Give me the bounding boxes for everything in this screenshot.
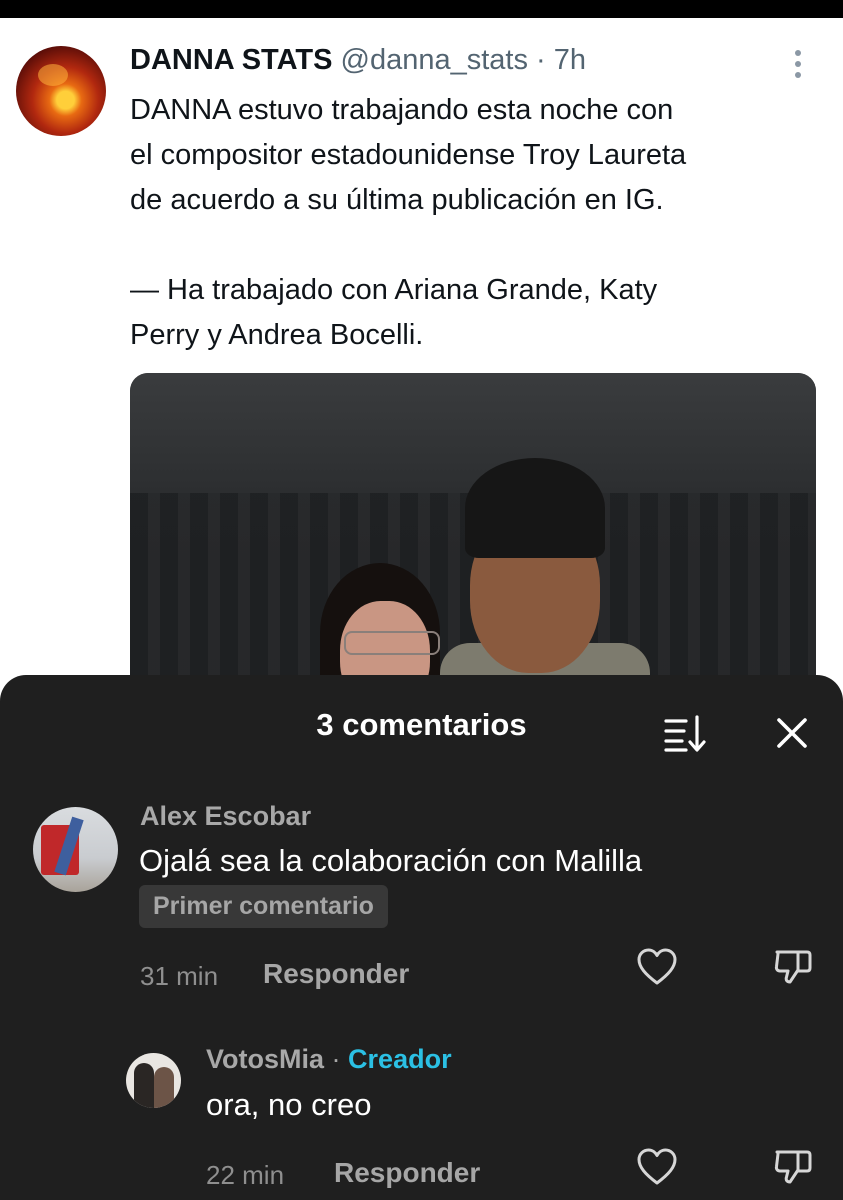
tweet-timestamp[interactable]: 7h	[554, 44, 586, 76]
tweet-handle[interactable]: @danna_stats	[341, 44, 528, 76]
reply-time: 22 min	[206, 1160, 285, 1190]
tweet-header: DANNA STATS @danna_stats · 7h	[130, 44, 586, 77]
reply-text: ora, no creo	[206, 1087, 372, 1122]
dislike-icon[interactable]	[771, 945, 815, 989]
comment-time: 31 min	[140, 961, 219, 991]
close-icon[interactable]	[770, 711, 814, 755]
photo-ceiling	[130, 373, 816, 493]
reply-button[interactable]: Responder	[263, 958, 409, 990]
reply-button[interactable]: Responder	[334, 1157, 480, 1189]
comment-text: Ojalá sea la colaboración con Malilla	[139, 843, 643, 878]
reply-author-line: VotosMia · Creador	[206, 1044, 452, 1075]
heart-icon[interactable]	[635, 1145, 679, 1189]
status-bar	[0, 0, 843, 18]
avatar-person	[134, 1063, 154, 1108]
tweet-meta-separator: ·	[536, 44, 546, 76]
more-vertical-icon[interactable]	[790, 50, 806, 82]
comment-author[interactable]: Alex Escobar	[140, 801, 311, 832]
photo-glasses	[344, 631, 440, 655]
tweet-author-avatar[interactable]	[16, 46, 106, 136]
comments-sheet: 3 comentarios Alex Escobar Ojalá sea la …	[0, 675, 843, 1200]
photo-man-hat	[465, 458, 605, 558]
author-separator: ·	[331, 1044, 341, 1074]
reply-author[interactable]: VotosMia	[206, 1044, 324, 1074]
heart-icon[interactable]	[635, 945, 679, 989]
first-comment-badge: Primer comentario	[139, 885, 388, 928]
dislike-icon[interactable]	[771, 1145, 815, 1189]
creator-label: Creador	[348, 1044, 452, 1074]
avatar-person	[154, 1067, 174, 1108]
tweet-photo[interactable]	[130, 373, 816, 713]
comments-title: 3 comentarios	[316, 707, 527, 742]
tweet-display-name[interactable]: DANNA STATS	[130, 44, 332, 76]
reply-avatar[interactable]	[126, 1053, 181, 1108]
sort-icon[interactable]	[662, 713, 708, 753]
tweet-text: DANNA estuvo trabajando esta noche con e…	[130, 94, 687, 351]
comment-avatar[interactable]	[33, 807, 118, 892]
